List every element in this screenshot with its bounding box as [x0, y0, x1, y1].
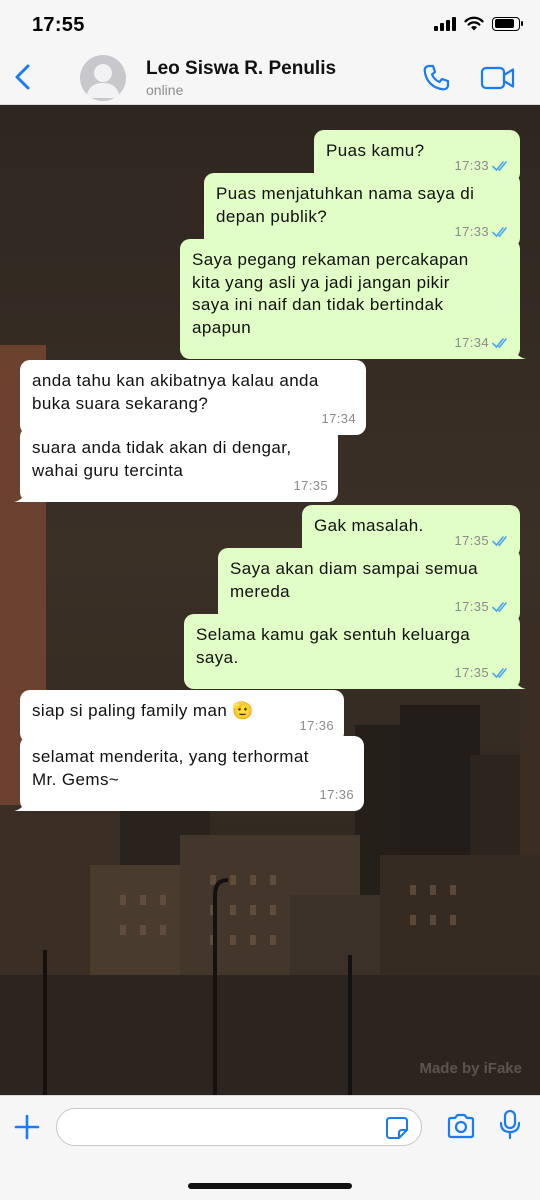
read-receipt-icon — [492, 226, 507, 237]
contact-name[interactable]: Leo Siswa R. Penulis — [146, 58, 336, 80]
plus-icon — [14, 1114, 40, 1140]
microphone-icon — [499, 1109, 521, 1140]
bubble-tail — [14, 797, 28, 811]
read-receipt-icon — [492, 161, 507, 172]
message-meta: 17:36 — [299, 715, 334, 738]
incoming-message[interactable]: suara anda tidak akan di dengar, wahai g… — [14, 427, 338, 502]
message-meta: 17:36 — [319, 784, 354, 807]
read-receipt-icon — [492, 536, 507, 547]
status-icons — [434, 16, 523, 31]
voice-call-button[interactable] — [420, 62, 452, 94]
message-text: anda tahu kan akibatnya kalau anda buka … — [32, 371, 319, 413]
avatar[interactable] — [80, 55, 126, 101]
contact-status: online — [146, 82, 184, 98]
sticker-icon — [386, 1117, 408, 1139]
message-time: 17:34 — [454, 334, 489, 350]
message-time: 17:36 — [319, 786, 354, 802]
chat-header: Leo Siswa R. Penulis online — [0, 50, 540, 105]
phone-icon — [423, 64, 450, 91]
camera-icon — [447, 1113, 475, 1139]
default-avatar-icon — [86, 64, 120, 98]
bubble-tail — [512, 345, 526, 359]
message-input-field[interactable] — [56, 1108, 422, 1146]
outgoing-message[interactable]: Saya pegang rekaman percakapan kita yang… — [180, 239, 526, 359]
message-time: 17:36 — [299, 718, 334, 733]
message-text: Saya pegang rekaman percakapan kita yang… — [192, 250, 469, 337]
message-text: suara anda tidak akan di dengar, wahai g… — [32, 438, 292, 480]
watermark: Made by iFake — [419, 1060, 522, 1077]
video-camera-icon — [480, 66, 515, 90]
home-indicator — [188, 1183, 352, 1189]
status-time: 17:55 — [32, 14, 85, 36]
battery-icon — [492, 16, 523, 31]
read-receipt-icon — [492, 601, 507, 612]
outgoing-message[interactable]: Puas menjatuhkan nama saya di depan publ… — [204, 173, 520, 248]
incoming-message[interactable]: selamat menderita, yang terhormat Mr. Ge… — [14, 736, 364, 811]
incoming-message[interactable]: siap si paling family man 🫡 17:36 — [20, 690, 344, 743]
message-meta: 17:35 — [454, 662, 510, 685]
read-receipt-icon — [492, 667, 507, 678]
sticker-button[interactable] — [385, 1116, 409, 1140]
bubble-tail — [512, 675, 526, 689]
attach-button[interactable] — [12, 1112, 42, 1142]
status-bar: 17:55 — [0, 0, 540, 50]
message-meta: 17:35 — [293, 475, 328, 498]
wifi-icon — [464, 16, 484, 31]
microphone-button[interactable] — [498, 1109, 522, 1141]
message-time: 17:35 — [293, 477, 328, 493]
incoming-message[interactable]: anda tahu kan akibatnya kalau anda buka … — [20, 360, 366, 435]
chevron-left-icon — [15, 64, 30, 90]
message-time: 17:35 — [454, 664, 489, 680]
cellular-signal-icon — [434, 16, 456, 31]
bubble-tail — [14, 488, 28, 502]
video-call-button[interactable] — [480, 63, 516, 93]
message-text: selamat menderita, yang terhormat Mr. Ge… — [32, 747, 309, 789]
chat-area[interactable]: Made by iFake Puas kamu? 17:33 Puas menjat… — [0, 105, 540, 1095]
message-input[interactable] — [71, 1109, 371, 1145]
outgoing-message[interactable]: Selama kamu gak sentuh keluarga saya. 17:… — [184, 614, 526, 689]
message-meta: 17:34 — [454, 332, 510, 355]
read-receipt-icon — [492, 337, 507, 348]
outgoing-message[interactable]: Saya akan diam sampai semua mereda 17:35 — [218, 548, 520, 623]
message-text: siap si paling family man 🫡 — [32, 701, 254, 720]
back-button[interactable] — [10, 60, 40, 94]
camera-button[interactable] — [446, 1113, 476, 1139]
